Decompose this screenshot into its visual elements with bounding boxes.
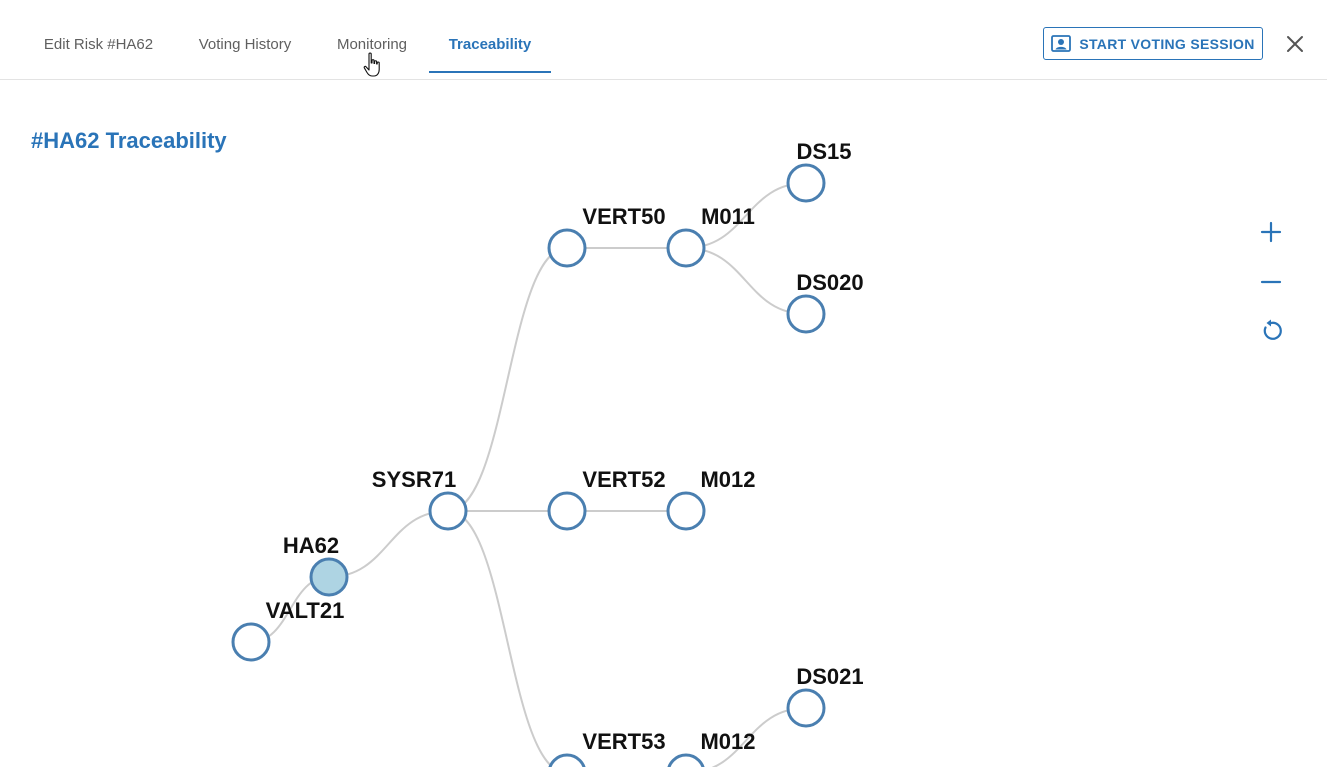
edge-m011-ds020 [685, 247, 807, 315]
node-label-ha62: HA62 [283, 533, 339, 558]
close-icon[interactable] [1283, 32, 1307, 56]
node-label-m011: M011 [701, 204, 755, 229]
node-ds021[interactable] [786, 688, 826, 728]
node-valt21[interactable] [231, 622, 271, 662]
node-label-vert52: VERT52 [582, 467, 665, 492]
edge-ha62-sysr71 [328, 510, 449, 578]
minus-icon [1260, 280, 1282, 284]
node-label-sysr71: SYSR71 [372, 467, 456, 492]
node-vert50[interactable] [547, 228, 587, 268]
tab-voting-history[interactable]: Voting History [193, 0, 297, 71]
node-m012a[interactable] [666, 491, 706, 531]
tab-traceability[interactable]: Traceability [429, 0, 551, 73]
node-vert52[interactable] [547, 491, 587, 531]
node-m012b[interactable] [667, 753, 705, 767]
node-label-ds020: DS020 [796, 270, 863, 295]
plus-icon [1260, 221, 1282, 243]
node-label-vert53: VERT53 [582, 729, 665, 754]
node-ha62[interactable] [309, 557, 349, 597]
zoom-in-button[interactable] [1255, 216, 1287, 248]
edge-sysr71-vert50 [447, 247, 568, 512]
node-label-m012b: M012 [700, 729, 755, 754]
start-voting-session-button[interactable]: START VOTING SESSION [1043, 27, 1263, 60]
node-sysr71[interactable] [428, 491, 468, 531]
node-label-vert50: VERT50 [582, 204, 665, 229]
start-voting-session-label: START VOTING SESSION [1079, 35, 1255, 52]
edge-sysr71-vert53 [447, 510, 555, 767]
person-badge-icon [1051, 34, 1072, 52]
node-ds15[interactable] [786, 163, 826, 203]
node-vert53[interactable] [548, 753, 586, 767]
node-label-ds021: DS021 [796, 664, 863, 689]
top-bar: Edit Risk #HA62 Voting History Monitorin… [0, 0, 1327, 80]
tab-monitoring[interactable]: Monitoring [332, 0, 412, 71]
reset-zoom-button[interactable] [1255, 315, 1287, 347]
node-ds020[interactable] [786, 294, 826, 334]
node-m011[interactable] [666, 228, 706, 268]
node-label-ds15: DS15 [796, 139, 851, 164]
node-label-valt21: VALT21 [266, 598, 345, 623]
traceability-graph[interactable]: VALT21 HA62 SYSR71 VERT50 M011 DS15 DS020 VERT5… [0, 81, 1240, 767]
reset-icon [1263, 319, 1282, 340]
node-label-m012a: M012 [700, 467, 755, 492]
zoom-out-button[interactable] [1255, 266, 1287, 298]
tab-edit-risk[interactable]: Edit Risk #HA62 [39, 0, 158, 71]
